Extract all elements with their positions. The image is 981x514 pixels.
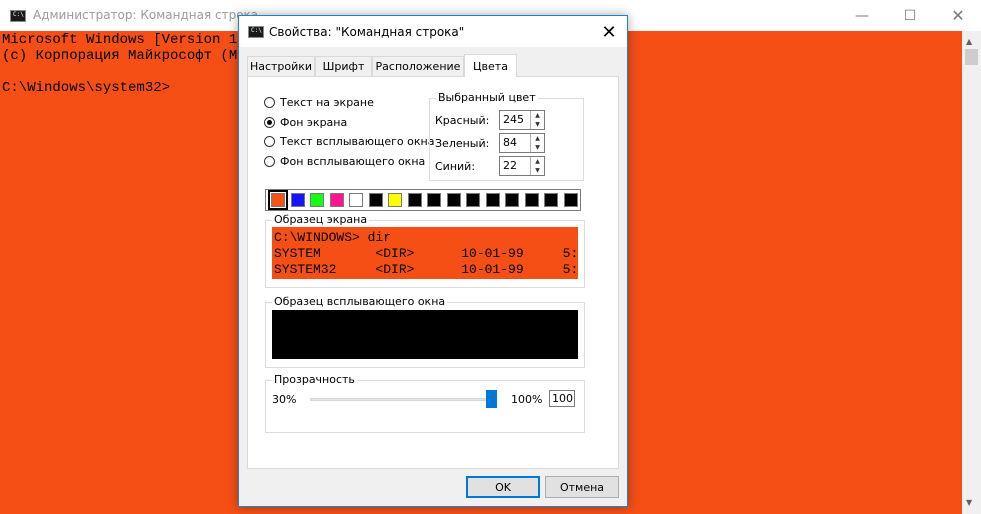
scroll-thumb[interactable] [965,49,978,65]
green-value[interactable]: 84 [503,136,517,149]
green-spinner[interactable]: 84 ▲ ▼ [499,133,545,153]
close-button[interactable]: ✕ [935,0,981,31]
green-label: Зеленый: [435,137,490,150]
radio-button[interactable] [264,136,275,147]
sample-line: SYSTEM32 <DIR> 10-01-99 5:00 [274,262,578,277]
color-swatch[interactable] [446,193,461,207]
spin-down-icon[interactable]: ▼ [531,120,544,129]
color-swatch[interactable] [349,193,363,207]
close-icon[interactable]: ✕ [597,20,621,44]
tab-font[interactable]: Шрифт [315,56,372,76]
console-line: Microsoft Windows [Version 10. [2,32,255,48]
maximize-button[interactable]: ☐ [887,0,933,31]
radio-button[interactable] [264,97,275,108]
radio-label: Фон экрана [280,116,348,129]
dialog-title: Свойства: "Командная строка" [269,25,465,39]
blue-label: Синий: [435,160,476,173]
radio-label: Текст на экране [280,96,374,109]
tab-layout[interactable]: Расположение [372,56,464,76]
color-swatch[interactable] [310,193,324,207]
console-scrollbar[interactable]: ▲ ▼ [962,31,981,514]
spin-up-icon[interactable]: ▲ [531,111,544,120]
console-title: Администратор: Командная строка [33,8,259,22]
opacity-max-label: 100% [511,393,543,406]
opacity-value[interactable]: 100 [549,390,575,407]
opacity-min-label: 30% [272,393,297,406]
radio-screen-background[interactable]: Фон экрана [264,116,347,129]
color-swatch[interactable] [505,193,519,207]
color-swatch[interactable] [544,193,558,207]
radio-label: Фон всплывающего окна [280,155,426,168]
sample-line: SYSTEM <DIR> 10-01-99 5:00 [274,246,578,261]
color-swatch[interactable] [368,193,383,207]
tab-settings[interactable]: Настройки [247,56,315,76]
console-line: (c) Корпорация Майкрософт (Mic [2,48,255,64]
sample-line: C:\WINDOWS> dir [274,230,392,245]
blue-value[interactable]: 22 [503,159,517,172]
spin-down-icon[interactable]: ▼ [531,143,544,152]
cmd-icon: C:\ [10,10,26,22]
group-title: Прозрачность [272,373,357,386]
radio-screen-text[interactable]: Текст на экране [264,96,374,109]
spin-up-icon[interactable]: ▲ [531,134,544,143]
group-title: Образец экрана [272,213,370,226]
color-swatch[interactable] [466,193,480,207]
red-spinner[interactable]: 245 ▲ ▼ [499,110,545,130]
cmd-icon: C:\ [248,26,264,38]
radio-popup-text[interactable]: Текст всплывающего окна [264,135,434,148]
radio-popup-background[interactable]: Фон всплывающего окна [264,155,425,168]
opacity-slider-track[interactable] [310,398,494,401]
spin-down-icon[interactable]: ▼ [531,166,544,175]
color-swatch[interactable] [268,190,288,210]
opacity-slider-thumb[interactable] [486,390,497,408]
color-swatch[interactable] [485,193,500,207]
console-prompt: C:\Windows\system32> [2,80,171,96]
scroll-up-icon[interactable]: ▲ [966,37,972,46]
cancel-button[interactable]: Отмена [545,476,619,498]
scroll-down-icon[interactable]: ▼ [966,498,972,507]
screen-sample: C:\WINDOWS> dir SYSTEM <DIR> 10-01-99 5:… [272,227,578,279]
color-swatch[interactable] [329,193,344,207]
popup-sample [272,310,578,359]
properties-dialog: C:\ Свойства: "Командная строка" ✕ Настр… [238,15,628,507]
color-swatch[interactable] [290,193,305,207]
color-swatch[interactable] [563,193,578,207]
radio-button[interactable] [264,117,275,128]
color-swatch[interactable] [388,193,402,207]
red-value[interactable]: 245 [503,113,524,126]
tab-colors[interactable]: Цвета [464,54,517,77]
color-swatch[interactable] [427,193,441,207]
radio-button[interactable] [264,156,275,167]
color-swatch[interactable] [524,193,539,207]
red-label: Красный: [435,114,490,127]
spin-up-icon[interactable]: ▲ [531,157,544,166]
blue-spinner[interactable]: 22 ▲ ▼ [499,156,545,176]
minimize-button[interactable]: — [839,0,885,31]
color-palette [265,189,581,211]
group-title: Образец всплывающего окна [272,295,448,308]
ok-button[interactable]: OK [466,476,540,498]
radio-label: Текст всплывающего окна [280,135,435,148]
color-swatch[interactable] [407,193,422,207]
group-title: Выбранный цвет [436,91,538,104]
opacity-group: Прозрачность [265,373,585,433]
dialog-titlebar: C:\ Свойства: "Командная строка" ✕ [239,16,627,47]
